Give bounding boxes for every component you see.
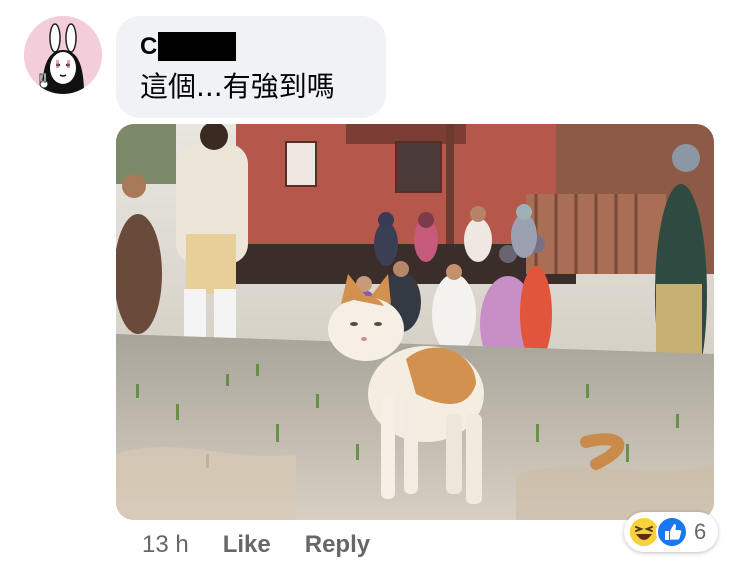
comment-photo[interactable]: [116, 124, 714, 520]
comment-actions: 13 h Like Reply: [142, 530, 370, 560]
comment-timestamp[interactable]: 13 h: [142, 531, 189, 559]
reply-button[interactable]: Reply: [305, 531, 370, 559]
like-button[interactable]: Like: [223, 531, 271, 559]
photo-illustration: [116, 124, 714, 520]
avatar-illustration-icon: [24, 16, 102, 94]
avatar[interactable]: [24, 16, 102, 94]
comment-bubble: C 這個...有強到嗎: [116, 16, 386, 118]
reaction-count: 6: [694, 519, 707, 544]
redacted-name-block: [158, 32, 236, 61]
like-icon: [656, 516, 688, 548]
comment-text: 這個...有強到嗎: [140, 70, 335, 103]
reaction-summary[interactable]: 6: [624, 512, 718, 552]
comment-author[interactable]: C: [140, 34, 157, 60]
